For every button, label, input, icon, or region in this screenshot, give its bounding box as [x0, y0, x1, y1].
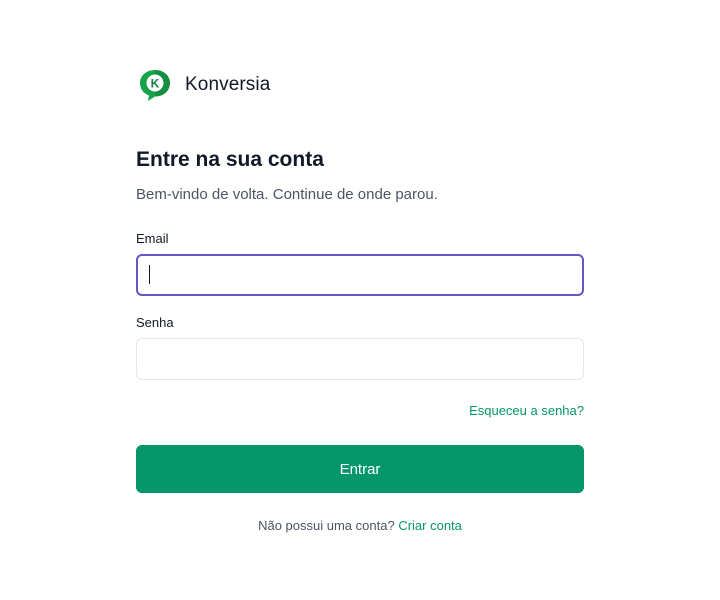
password-label: Senha [136, 315, 174, 330]
text-caret [149, 265, 150, 284]
login-submit-button[interactable]: Entrar [136, 445, 584, 493]
email-field-wrapper [136, 254, 584, 296]
page-title: Entre na sua conta [136, 148, 324, 171]
create-account-link[interactable]: Criar conta [398, 518, 462, 533]
konversia-logo-icon: K [140, 70, 170, 101]
brand-name: Konversia [185, 74, 271, 95]
email-label: Email [136, 231, 169, 246]
login-container: K Konversia Entre na sua conta Bem-vindo… [136, 68, 584, 533]
logo-letter: K [151, 77, 160, 91]
brand-header: K Konversia [136, 68, 584, 102]
forgot-password-link[interactable]: Esqueceu a senha? [469, 403, 584, 418]
password-input[interactable] [136, 338, 584, 380]
email-input[interactable] [136, 254, 584, 296]
signup-row: Não possui uma conta? Criar conta [136, 518, 584, 533]
page-subtitle: Bem-vindo de volta. Continue de onde par… [136, 186, 438, 203]
forgot-password-row: Esqueceu a senha? [136, 402, 584, 418]
signup-prompt: Não possui uma conta? [258, 518, 395, 533]
